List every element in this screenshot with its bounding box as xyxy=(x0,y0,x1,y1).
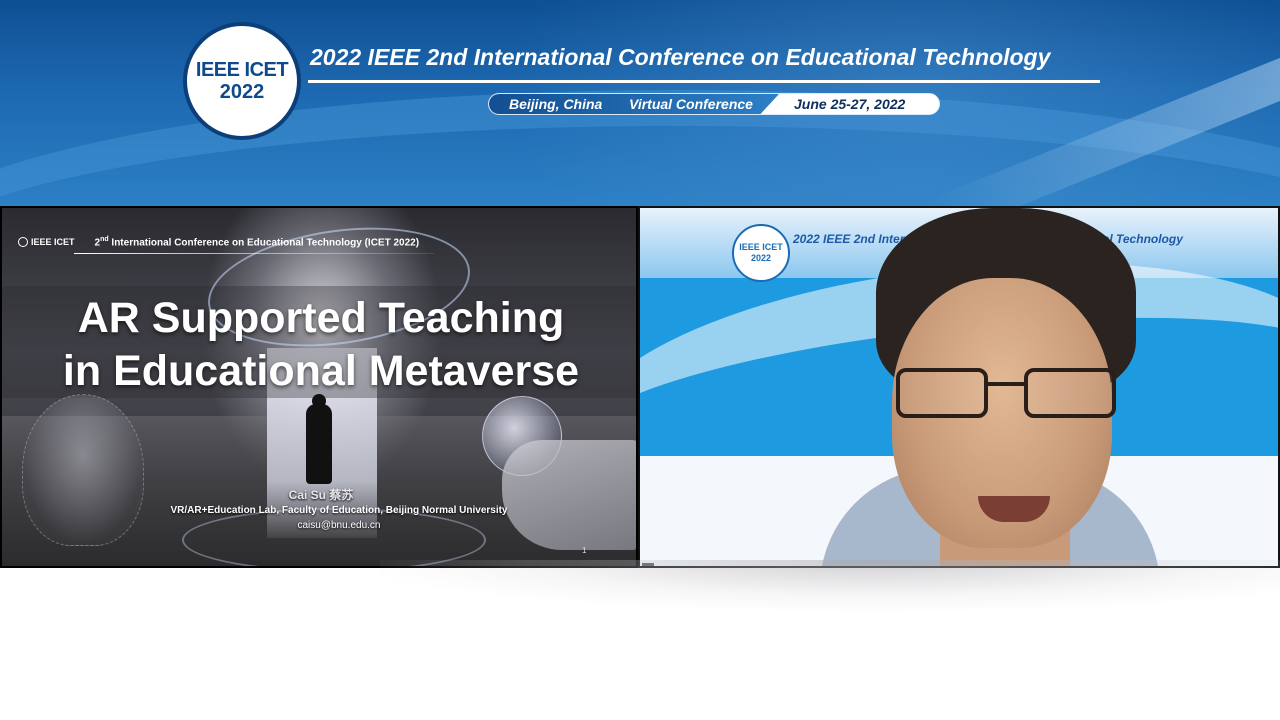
conference-dates: June 25-27, 2022 xyxy=(794,96,906,112)
slide-email: caisu@bnu.edu.cn xyxy=(297,520,381,531)
slide-logo: IEEE ICET xyxy=(18,237,75,248)
slide-header-rule xyxy=(74,253,434,254)
conference-info-bar: Beijing, China Virtual Conference June 2… xyxy=(488,93,940,115)
conference-mode: Virtual Conference xyxy=(629,96,753,112)
conference-logo: IEEE ICET 2022 xyxy=(183,22,301,140)
conference-banner: IEEE ICET 2022 2022 IEEE 2nd Internation… xyxy=(0,0,1280,206)
title-underline xyxy=(308,80,1100,83)
slide-conference-text: International Conference on Educational … xyxy=(108,237,420,249)
slide-walking-person-image xyxy=(306,404,332,484)
glasses-right-lens xyxy=(1024,368,1116,418)
shared-slide-video[interactable]: IEEE ICET 2nd International Conference o… xyxy=(0,206,638,568)
virtual-background-logo-year: 2022 xyxy=(750,253,772,263)
glasses-left-lens xyxy=(896,368,988,418)
slide-logo-icon xyxy=(18,237,28,248)
slide-header: IEEE ICET 2nd International Conference o… xyxy=(18,236,419,248)
slide-author: Cai Su 蔡苏 xyxy=(288,488,354,502)
slide-orbit-decoration-lower xyxy=(182,508,486,566)
virtual-background-logo-name: IEEE ICET xyxy=(739,242,783,252)
logo-year: 2022 xyxy=(219,81,265,103)
virtual-background-logo: IEEE ICET 2022 xyxy=(732,224,790,282)
logo-name: IEEE ICET xyxy=(195,59,289,81)
slide-logo-text: IEEE ICET xyxy=(31,237,75,248)
speaker-camera-video[interactable]: IEEE ICET 2022 2022 IEEE 2nd Internc ona… xyxy=(638,206,1280,568)
bottom-shadow-swoosh xyxy=(380,560,1280,610)
slide-title-line2: in Educational Metaverse xyxy=(62,347,580,395)
slide-conference-name: 2nd International Conference on Educatio… xyxy=(95,236,420,248)
glasses-bridge xyxy=(986,382,1026,386)
conference-location: Beijing, China xyxy=(509,96,603,112)
slide-page-number: 1 xyxy=(582,546,587,555)
slide-title-line1: AR Supported Teaching xyxy=(77,294,565,342)
speaker-glasses xyxy=(896,368,1122,422)
slide-affiliation: VR/AR+Education Lab, Faculty of Educatio… xyxy=(170,505,508,516)
conference-title: 2022 IEEE 2nd International Conference o… xyxy=(310,44,1051,70)
slide-conference-ordinal-suffix: nd xyxy=(100,236,109,243)
